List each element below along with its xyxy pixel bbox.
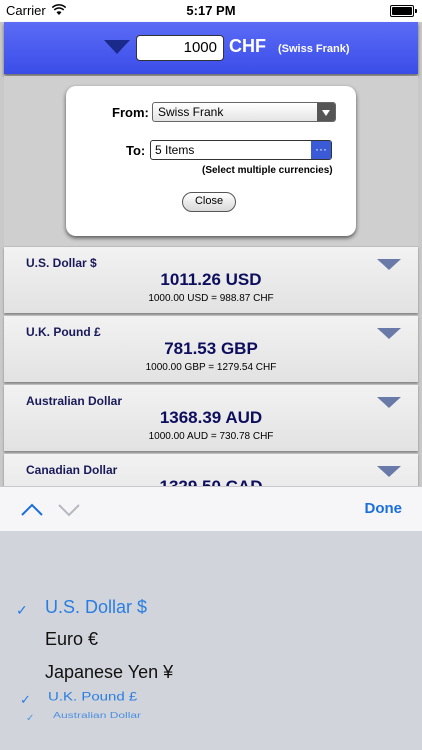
picker-option[interactable]: Euro € bbox=[45, 629, 98, 650]
close-button[interactable]: Close bbox=[182, 192, 236, 212]
chevron-down-icon[interactable] bbox=[57, 501, 81, 517]
expand-arrow-icon[interactable] bbox=[377, 466, 401, 477]
conversion-currency-name: U.K. Pound £ bbox=[26, 325, 101, 339]
base-currency-name: (Swiss Frank) bbox=[278, 43, 350, 55]
checkmark-icon: ✓ bbox=[16, 602, 28, 618]
done-button[interactable]: Done bbox=[365, 500, 403, 517]
to-currency-value: 5 Items bbox=[155, 143, 195, 157]
from-label: From: bbox=[112, 105, 149, 120]
currency-picker-wheel[interactable]: ✓ U.S. Dollar $ Euro € Japanese Yen ¥ ✓ … bbox=[0, 531, 422, 750]
conversion-row-aud[interactable]: Australian Dollar 1368.39 AUD 1000.00 AU… bbox=[4, 384, 418, 451]
expand-arrow-icon[interactable] bbox=[377, 328, 401, 339]
checkmark-icon: ✓ bbox=[20, 692, 31, 707]
more-options-icon: ··· bbox=[311, 141, 331, 159]
conversion-currency-name: U.S. Dollar $ bbox=[26, 256, 97, 270]
status-bar: Carrier 5:17 PM bbox=[0, 0, 422, 22]
conversion-currency-name: Canadian Dollar bbox=[26, 463, 118, 477]
expand-arrow-icon[interactable] bbox=[377, 397, 401, 408]
chevron-up-icon[interactable] bbox=[20, 501, 44, 517]
to-label: To: bbox=[126, 143, 146, 158]
currency-header: 1000 CHF (Swiss Frank) bbox=[4, 22, 418, 74]
conversion-row-usd[interactable]: U.S. Dollar $ 1011.26 USD 1000.00 USD = … bbox=[4, 246, 418, 313]
battery-icon bbox=[390, 5, 417, 17]
from-currency-value: Swiss Frank bbox=[158, 105, 224, 119]
checkmark-icon: ✓ bbox=[26, 713, 35, 724]
expand-arrow-icon[interactable] bbox=[377, 259, 401, 270]
selection-hint: (Select multiple currencies) bbox=[202, 165, 333, 176]
base-currency-code: CHF bbox=[229, 36, 266, 56]
conversion-rate-detail: 1000.00 USD = 988.87 CHF bbox=[148, 293, 274, 304]
amount-input[interactable]: 1000 bbox=[136, 35, 224, 61]
picker-toolbar: Done bbox=[0, 486, 422, 532]
to-currency-select[interactable]: 5 Items ··· bbox=[150, 140, 332, 160]
conversion-result: 781.53 GBP bbox=[164, 339, 258, 358]
conversion-result: 1011.26 USD bbox=[160, 270, 262, 289]
conversion-result: 1368.39 AUD bbox=[159, 408, 263, 427]
conversion-currency-name: Australian Dollar bbox=[26, 394, 123, 408]
from-currency-select[interactable]: Swiss Frank bbox=[152, 102, 336, 122]
conversion-rate-detail: 1000.00 AUD = 730.78 CHF bbox=[148, 431, 274, 442]
conversion-row-gbp[interactable]: U.K. Pound £ 781.53 GBP 1000.00 GBP = 12… bbox=[4, 315, 418, 382]
picker-option[interactable]: Australian Dollar bbox=[53, 711, 141, 720]
picker-option[interactable]: U.S. Dollar $ bbox=[45, 597, 147, 618]
conversion-rate-detail: 1000.00 GBP = 1279.54 CHF bbox=[145, 362, 277, 373]
chevron-down-icon bbox=[317, 103, 335, 121]
picker-option[interactable]: Japanese Yen ¥ bbox=[45, 662, 173, 683]
currency-selection-panel: From: Swiss Frank To: 5 Items ··· (Selec… bbox=[66, 86, 356, 236]
base-currency-dropdown-icon[interactable] bbox=[104, 40, 130, 54]
picker-option[interactable]: U.K. Pound £ bbox=[48, 690, 137, 704]
status-time: 5:17 PM bbox=[186, 3, 236, 18]
